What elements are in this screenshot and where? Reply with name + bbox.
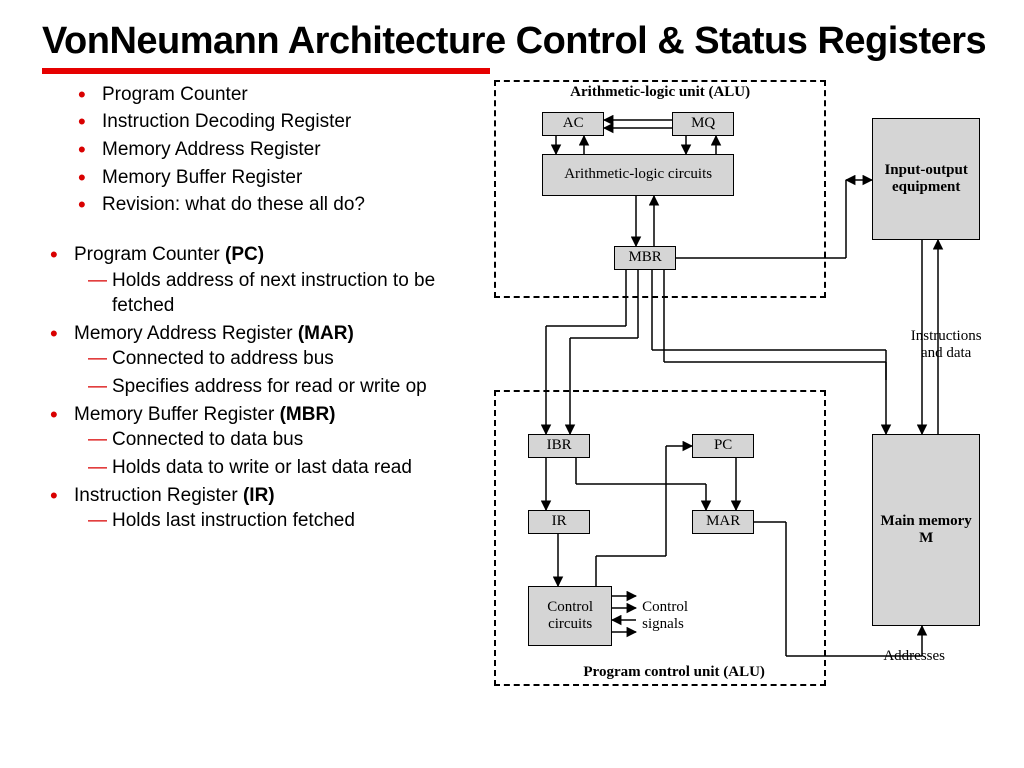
mq-box: MQ	[672, 112, 734, 136]
pc-box: PC	[692, 434, 754, 458]
bullet-item: Memory Buffer Register	[78, 165, 478, 191]
alc-box: Arithmetic-logic circuits	[542, 154, 734, 196]
title-underline	[42, 68, 490, 74]
bullet-list-top: Program Counter Instruction Decoding Reg…	[78, 82, 478, 218]
sub-item: Holds address of next instruction to be …	[88, 268, 478, 319]
pcu-title: Program control unit (ALU)	[564, 664, 784, 681]
sub-item: Connected to address bus	[88, 346, 478, 372]
io-box: Input-output equipment	[872, 118, 980, 240]
addresses-label: Addresses	[874, 648, 954, 665]
text-column: Program Counter Instruction Decoding Reg…	[42, 80, 486, 720]
slide-title: VonNeumann Architecture Control & Status…	[42, 20, 994, 64]
mar-box: MAR	[692, 510, 754, 534]
bullet-item: Revision: what do these all do?	[78, 192, 478, 218]
mem-box: Main memory M	[872, 434, 980, 626]
ibr-box: IBR	[528, 434, 590, 458]
detail-item: Memory Buffer Register (MBR) Connected t…	[46, 402, 478, 481]
detail-item: Program Counter (PC) Holds address of ne…	[46, 242, 478, 319]
ctrl-box: Control circuits	[528, 586, 612, 646]
alu-title: Arithmetic-logic unit (ALU)	[554, 84, 766, 101]
sub-item: Specifies address for read or write op	[88, 374, 478, 400]
bullet-item: Memory Address Register	[78, 137, 478, 163]
detail-item: Instruction Register (IR) Holds last ins…	[46, 483, 478, 534]
sub-item: Holds last instruction fetched	[88, 508, 478, 534]
mbr-box: MBR	[614, 246, 676, 270]
instr-data-label: Instructions and data	[898, 328, 994, 362]
sub-item: Holds data to write or last data read	[88, 455, 478, 481]
bullet-item: Program Counter	[78, 82, 478, 108]
detail-item: Memory Address Register (MAR) Connected …	[46, 321, 478, 400]
ac-box: AC	[542, 112, 604, 136]
ir-box: IR	[528, 510, 590, 534]
control-signals-label: Control signals	[642, 599, 712, 633]
sub-item: Connected to data bus	[88, 427, 478, 453]
architecture-diagram: Arithmetic-logic unit (ALU) AC MQ Arithm…	[486, 80, 994, 720]
bullet-item: Instruction Decoding Register	[78, 109, 478, 135]
bullet-list-detail: Program Counter (PC) Holds address of ne…	[46, 242, 478, 534]
